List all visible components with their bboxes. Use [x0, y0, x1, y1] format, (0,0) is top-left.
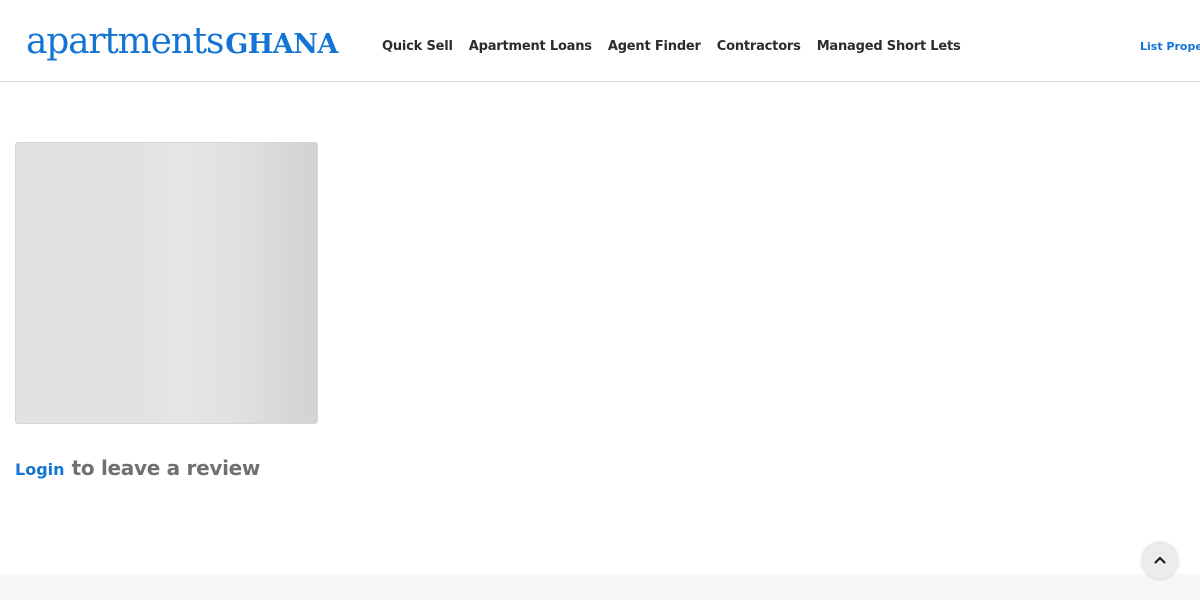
page: apartmentsGHANA Quick Sell Apartment Loa…	[0, 0, 1200, 600]
list-property-link[interactable]: List Property	[1140, 37, 1200, 57]
image-placeholder	[15, 142, 318, 424]
nav-managed-short-lets[interactable]: Managed Short Lets	[817, 37, 961, 57]
nav-agent-finder[interactable]: Agent Finder	[608, 37, 701, 57]
footer-strip	[0, 574, 1200, 600]
logo-text-ghana: GHANA	[225, 29, 338, 60]
review-prompt-text: to leave a review	[71, 456, 261, 480]
site-logo[interactable]: apartmentsGHANA	[26, 20, 338, 64]
nav-apartment-loans[interactable]: Apartment Loans	[469, 37, 592, 57]
main-nav: Quick Sell Apartment Loans Agent Finder …	[382, 37, 961, 57]
chevron-up-icon	[1154, 556, 1166, 564]
back-to-top-button[interactable]	[1141, 541, 1179, 579]
logo-text-apartments: apartments	[26, 21, 224, 62]
nav-contractors[interactable]: Contractors	[717, 37, 801, 57]
site-header: apartmentsGHANA Quick Sell Apartment Loa…	[0, 0, 1200, 82]
login-link[interactable]: Login	[15, 460, 65, 479]
nav-quick-sell[interactable]: Quick Sell	[382, 37, 453, 57]
review-prompt: Login to leave a review	[15, 456, 260, 484]
